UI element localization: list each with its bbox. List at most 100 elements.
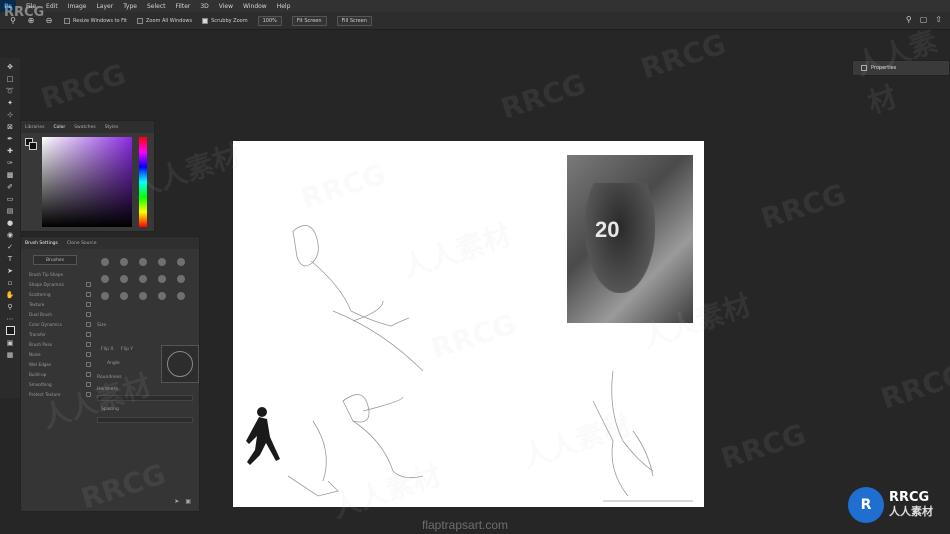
fit-screen-button[interactable]: Fit Screen — [291, 15, 327, 26]
menu-window[interactable]: Window — [238, 3, 272, 10]
frame-tool-icon[interactable]: ⊠ — [3, 122, 17, 131]
lock-icon[interactable] — [86, 371, 91, 377]
shape-tool-icon[interactable]: ▫ — [3, 278, 17, 287]
tab-clone-source[interactable]: Clone Source — [67, 241, 97, 246]
brush-tip[interactable] — [116, 272, 132, 286]
brush-tip[interactable] — [116, 289, 132, 303]
lock-icon[interactable] — [86, 351, 91, 357]
lock-icon[interactable] — [86, 331, 91, 337]
search-icon[interactable]: ⚲ — [906, 15, 912, 24]
zoom-out-icon[interactable]: ⊖ — [44, 16, 54, 26]
menu-edit[interactable]: Edit — [41, 3, 63, 10]
lock-icon[interactable] — [86, 311, 91, 317]
tab-libraries[interactable]: Libraries — [25, 125, 44, 130]
menu-filter[interactable]: Filter — [171, 3, 196, 10]
list-item[interactable]: Smoothing — [29, 379, 91, 389]
flip-y-checkbox[interactable]: Flip Y — [121, 347, 133, 352]
history-brush-tool-icon[interactable]: ✐ — [3, 182, 17, 191]
fill-screen-button[interactable]: Fill Screen — [336, 15, 373, 26]
crop-tool-icon[interactable]: ⊹ — [3, 110, 17, 119]
resize-windows-checkbox[interactable]: Resize Windows to Fit — [64, 17, 127, 24]
scrubby-zoom-checkbox[interactable]: Scrubby Zoom — [202, 17, 248, 24]
new-brush-icon[interactable]: ▣ — [185, 498, 191, 505]
menu-image[interactable]: Image — [63, 3, 92, 10]
brush-tool-icon[interactable]: ✑ — [3, 158, 17, 167]
gradient-tool-icon[interactable]: ▤ — [3, 206, 17, 215]
brush-tip[interactable] — [97, 255, 113, 269]
menu-help[interactable]: Help — [272, 3, 296, 10]
quick-mask-icon[interactable]: ▣ — [3, 338, 17, 347]
screen-mode-icon[interactable]: ▦ — [3, 350, 17, 359]
reference-photo[interactable]: 20 — [567, 155, 693, 323]
healing-brush-tool-icon[interactable]: ✚ — [3, 146, 17, 155]
stamp-tool-icon[interactable]: ▩ — [3, 170, 17, 179]
marquee-tool-icon[interactable]: □ — [3, 74, 17, 83]
brush-tip[interactable] — [173, 255, 189, 269]
lock-icon[interactable] — [86, 391, 91, 397]
list-item[interactable]: Brush Pose — [29, 339, 91, 349]
zoom-all-windows-checkbox[interactable]: Zoom All Windows — [137, 17, 192, 24]
tab-color[interactable]: Color — [53, 125, 65, 130]
list-item[interactable]: Transfer — [29, 329, 91, 339]
list-item[interactable]: Noise — [29, 349, 91, 359]
brush-angle-preview[interactable] — [161, 345, 199, 383]
brush-tip[interactable] — [154, 289, 170, 303]
brush-tip[interactable] — [173, 272, 189, 286]
fg-bg-color-picker[interactable] — [25, 138, 37, 150]
blur-tool-icon[interactable]: ● — [3, 218, 17, 227]
menu-type[interactable]: Type — [118, 3, 142, 10]
background-color[interactable] — [29, 142, 37, 150]
list-item[interactable]: Protect Texture — [29, 389, 91, 399]
more-tools-icon[interactable]: ⋯ — [3, 314, 17, 323]
list-item[interactable]: Scattering — [29, 289, 91, 299]
share-icon[interactable]: ⇧ — [935, 15, 942, 24]
hardness-slider[interactable] — [97, 395, 193, 401]
brush-tip[interactable] — [154, 272, 170, 286]
zoom-100-button[interactable]: 100% — [257, 15, 282, 26]
brush-tip[interactable] — [135, 272, 151, 286]
spacing-slider[interactable] — [97, 417, 193, 423]
zoom-tool-icon[interactable]: ⚲ — [3, 302, 17, 311]
toggle-preview-icon[interactable]: ➤ — [174, 498, 179, 505]
pen-tool-icon[interactable]: ✓ — [3, 242, 17, 251]
list-item[interactable]: Brush Tip Shape — [29, 269, 91, 279]
lock-icon[interactable] — [86, 341, 91, 347]
menu-select[interactable]: Select — [142, 3, 171, 10]
move-tool-icon[interactable]: ✥ — [3, 62, 17, 71]
lock-icon[interactable] — [86, 361, 91, 367]
brushes-button[interactable]: Brushes — [33, 255, 77, 265]
document-canvas[interactable]: 20 — [233, 141, 704, 507]
menu-view[interactable]: View — [214, 3, 238, 10]
type-tool-icon[interactable]: T — [3, 254, 17, 263]
lasso-tool-icon[interactable]: ➰ — [3, 86, 17, 95]
properties-panel[interactable]: Properties — [852, 60, 950, 76]
lock-icon[interactable] — [86, 321, 91, 327]
brush-tip[interactable] — [135, 289, 151, 303]
eyedropper-tool-icon[interactable]: ✒ — [3, 134, 17, 143]
color-field[interactable] — [42, 137, 132, 227]
brush-tip[interactable] — [97, 289, 113, 303]
hand-tool-icon[interactable]: ✋ — [3, 290, 17, 299]
list-item[interactable]: Texture — [29, 299, 91, 309]
list-item[interactable]: Color Dynamics — [29, 319, 91, 329]
path-selection-tool-icon[interactable]: ➤ — [3, 266, 17, 275]
tab-styles[interactable]: Styles — [105, 125, 119, 130]
foreground-color-swatch[interactable] — [5, 326, 15, 335]
brush-tip[interactable] — [154, 255, 170, 269]
brush-tip[interactable] — [97, 272, 113, 286]
lock-icon[interactable] — [86, 301, 91, 307]
dodge-tool-icon[interactable]: ◉ — [3, 230, 17, 239]
brush-tip[interactable] — [173, 289, 189, 303]
lock-icon[interactable] — [86, 281, 91, 287]
list-item[interactable]: Wet Edges — [29, 359, 91, 369]
tab-swatches[interactable]: Swatches — [74, 125, 96, 130]
menu-3d[interactable]: 3D — [195, 3, 213, 10]
magic-wand-tool-icon[interactable]: ✦ — [3, 98, 17, 107]
tab-brush-settings[interactable]: Brush Settings — [25, 241, 58, 246]
list-item[interactable]: Build-up — [29, 369, 91, 379]
menu-layer[interactable]: Layer — [91, 3, 118, 10]
workspace-icon[interactable]: ▢ — [920, 15, 928, 24]
color-swatches-icon[interactable] — [3, 326, 17, 335]
eraser-tool-icon[interactable]: ▭ — [3, 194, 17, 203]
lock-icon[interactable] — [86, 291, 91, 297]
